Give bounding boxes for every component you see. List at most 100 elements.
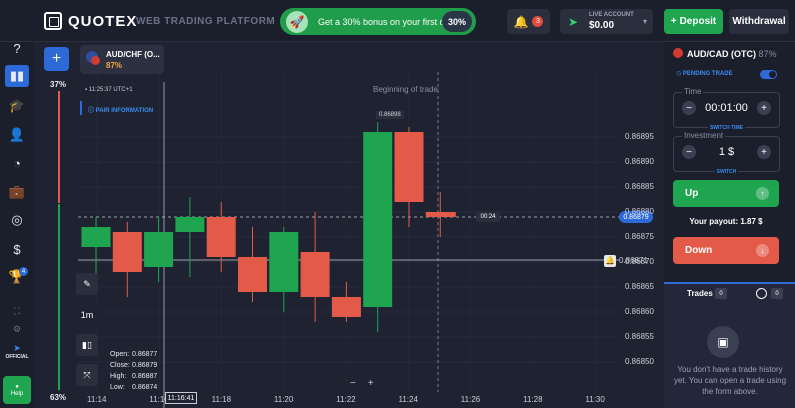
- indicators-button[interactable]: ⤧: [76, 364, 98, 386]
- trophy-icon[interactable]: 🏆 4: [5, 266, 29, 288]
- price-tick-label: 0.86880: [625, 207, 654, 216]
- empty-history-text: You don't have a trade history yet. You …: [673, 365, 787, 396]
- pending-trade-text: PENDING TRADE: [682, 71, 733, 77]
- investment-increase-button[interactable]: +: [757, 145, 771, 159]
- briefcase-icon[interactable]: 💼: [5, 181, 29, 203]
- logo[interactable]: QUOTEX: [44, 12, 137, 30]
- official-label: OFFICIAL: [5, 354, 29, 360]
- down-button[interactable]: Down ↓: [673, 237, 779, 264]
- time-tick-label: 11:22: [336, 395, 356, 404]
- candle-up: [363, 132, 393, 307]
- candle-down: [300, 252, 330, 297]
- chart-bars-icon[interactable]: ▮▮: [5, 65, 29, 87]
- panel-asset[interactable]: AUD/CAD (OTC) 87%: [673, 48, 777, 59]
- candles: [81, 122, 456, 332]
- pair-info-marker: [80, 101, 82, 115]
- panel-asset-name: AUD/CAD (OTC): [687, 49, 756, 59]
- pair-information-link[interactable]: ⓘ PAIR INFORMATION: [88, 105, 153, 114]
- bonus-banner[interactable]: 🚀 Get a 30% bonus on your first deposit …: [280, 8, 476, 35]
- pending-trade-toggle[interactable]: [760, 70, 777, 79]
- switch-investment-link[interactable]: SWITCH: [674, 169, 779, 175]
- price-tick-label: 0.86850: [625, 357, 654, 366]
- flag-icon: [673, 48, 683, 58]
- time-tick-label: 11:14: [87, 395, 107, 404]
- signal-icon[interactable]: ◎: [5, 209, 29, 231]
- investment-field[interactable]: Investment − 1 $ + SWITCH: [673, 131, 780, 175]
- price-tick-label: 0.86865: [625, 282, 654, 291]
- account-selector[interactable]: ➤ LIVE ACCOUNT $0.00 ▾: [560, 9, 653, 34]
- question-icon[interactable]: ?: [5, 37, 29, 59]
- trades-tab[interactable]: Trades: [687, 289, 713, 298]
- account-type: LIVE ACCOUNT: [589, 12, 634, 18]
- history-clock-icon[interactable]: [756, 288, 767, 299]
- candle-up: [175, 217, 205, 232]
- candle-down: [394, 132, 424, 202]
- pair-info-label: PAIR INFORMATION: [95, 108, 154, 114]
- draw-tool-button[interactable]: ✎: [76, 273, 98, 295]
- chevron-down-icon: ▾: [642, 17, 647, 26]
- time-field[interactable]: Time − 00:01:00 + SWITCH TIME: [673, 87, 780, 131]
- alert-bell-icon: 🔔: [604, 254, 616, 267]
- official-badge[interactable]: ➤ OFFICIAL: [3, 343, 31, 373]
- time-tick-label: 11:24: [398, 395, 418, 404]
- candle-down: [238, 257, 267, 292]
- ohlc-high-label: High:: [110, 373, 127, 380]
- ohlc-close-value: 0.86879: [132, 362, 158, 369]
- candles-icon: ▮▯: [82, 339, 92, 350]
- timeframe-button[interactable]: 1m: [76, 304, 98, 326]
- candle-high-label: 0.86898: [376, 111, 404, 119]
- trophy-badge: 4: [19, 267, 28, 276]
- ohlc-open-value: 0.86877: [132, 351, 158, 358]
- switch-label: SWITCH: [714, 169, 739, 175]
- notifications-button[interactable]: 🔔 3: [507, 9, 550, 34]
- expiry-countdown: 00:24: [476, 212, 500, 222]
- ohlc-open: Open: 0.86877: [110, 351, 157, 358]
- candle-down: [206, 217, 236, 257]
- price-tick-label: 0.86860: [625, 307, 654, 316]
- user-icon[interactable]: 👤: [5, 124, 29, 146]
- add-asset-button[interactable]: +: [44, 47, 69, 71]
- time-tick-label: 11:28: [523, 395, 543, 404]
- pie-chart-icon[interactable]: ◔: [5, 152, 29, 174]
- history-count: 0: [771, 288, 783, 299]
- panel-asset-payout: 87%: [758, 49, 777, 59]
- candle-down: [425, 212, 456, 217]
- price-tick-label: 0.86870: [625, 257, 654, 266]
- price-tick-label: 0.86885: [625, 182, 654, 191]
- zoom-in-button[interactable]: +: [368, 378, 374, 389]
- trades-count: 0: [715, 288, 727, 299]
- asset-tab[interactable]: AUD/CHF (O... 87%: [80, 45, 164, 74]
- graduation-cap-icon[interactable]: 🎓: [5, 95, 29, 117]
- clock-text: 11:25:37 UTC+1: [88, 87, 133, 93]
- zoom-out-button[interactable]: −: [350, 378, 356, 389]
- sentiment-bar-red: [58, 91, 60, 203]
- indicator-icon: ⤧: [83, 369, 91, 380]
- ohlc-close-label: Close:: [110, 362, 130, 369]
- withdrawal-button[interactable]: Withdrawal: [729, 9, 789, 34]
- deposit-button[interactable]: + Deposit: [664, 9, 723, 34]
- settings-sound-icon[interactable]: ⚙: [5, 318, 29, 340]
- empty-history-icon: ▣: [707, 326, 739, 358]
- help-icon: ●: [15, 383, 19, 390]
- info-icon: ⓘ: [88, 108, 96, 114]
- candle-up: [269, 232, 299, 292]
- candle-down: [331, 297, 361, 317]
- help-button[interactable]: ● Help: [3, 376, 31, 404]
- chart-type-button[interactable]: ▮▯: [76, 334, 98, 356]
- ohlc-high-value: 0.86887: [132, 373, 158, 380]
- price-tick-label: 0.86890: [625, 157, 654, 166]
- up-label: Up: [685, 188, 699, 199]
- coins-icon[interactable]: $: [5, 238, 29, 260]
- time-tick-label: 11:26: [460, 395, 481, 404]
- help-label: Help: [10, 390, 24, 397]
- up-button[interactable]: Up ↑: [673, 180, 779, 207]
- price-tick-label: 0.86855: [625, 332, 654, 341]
- time-increase-button[interactable]: +: [757, 101, 771, 115]
- account-balance: $0.00: [589, 20, 615, 31]
- down-label: Down: [685, 245, 713, 256]
- ohlc-close: Close: 0.86879: [110, 362, 157, 369]
- plus-icon: +: [670, 16, 677, 27]
- beginning-of-trade-label: Beginning of trade: [373, 85, 438, 94]
- price-tick-label: 0.86895: [625, 132, 654, 141]
- pencil-icon: ✎: [83, 278, 91, 289]
